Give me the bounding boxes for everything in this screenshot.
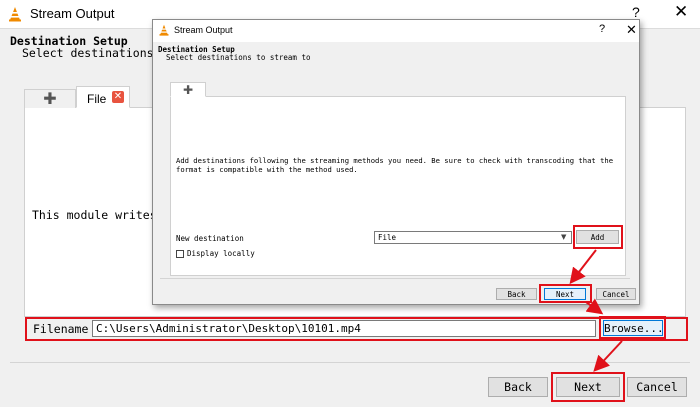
inner-back-button[interactable]: Back xyxy=(496,288,537,300)
display-locally-checkbox[interactable] xyxy=(176,250,184,258)
inner-vlc-cone-icon xyxy=(159,24,169,36)
inner-next-button[interactable]: Next xyxy=(544,288,586,300)
inner-divider xyxy=(160,278,630,279)
filename-input[interactable]: C:\Users\Administrator\Desktop\10101.mp4 xyxy=(92,320,596,337)
inner-help-icon[interactable]: ? xyxy=(599,23,605,35)
inner-add-tab-plus-icon[interactable]: ✚ xyxy=(170,82,206,97)
new-destination-label: New destination xyxy=(176,234,244,243)
inner-destination-subheading: Select destinations to stream to xyxy=(166,53,311,62)
next-button[interactable]: Next xyxy=(556,377,620,397)
tab-file-close-icon[interactable]: ✕ xyxy=(112,91,124,103)
vlc-cone-icon xyxy=(9,7,21,22)
outer-window-title: Stream Output xyxy=(30,6,115,21)
inner-description: Add destinations following the streaming… xyxy=(176,156,614,174)
inner-close-icon[interactable]: ✕ xyxy=(626,22,637,38)
outer-divider xyxy=(10,362,690,363)
inner-cancel-button[interactable]: Cancel xyxy=(596,288,636,300)
destination-select[interactable]: File xyxy=(374,231,572,244)
cancel-button[interactable]: Cancel xyxy=(627,377,687,397)
add-tab-plus-icon[interactable]: ✚ xyxy=(24,89,76,108)
help-icon[interactable]: ? xyxy=(632,4,640,20)
filename-label: Filename xyxy=(33,322,89,336)
close-icon[interactable]: ✕ xyxy=(674,2,688,22)
browse-button[interactable]: Browse... xyxy=(603,320,664,336)
chevron-down-icon[interactable]: ▼ xyxy=(561,233,566,241)
tab-file-label: File xyxy=(87,92,107,106)
display-locally-label: Display locally xyxy=(187,249,255,258)
add-button[interactable]: Add xyxy=(576,230,619,244)
inner-window-title: Stream Output xyxy=(174,25,233,35)
back-button[interactable]: Back xyxy=(488,377,548,397)
